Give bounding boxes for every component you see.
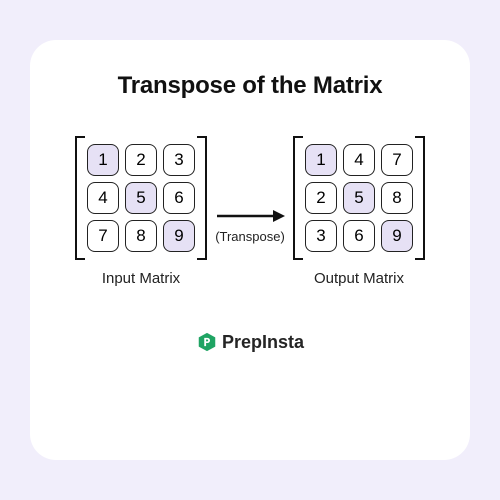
matrix-cell: 4 (343, 144, 375, 176)
matrix-cell: 7 (87, 220, 119, 252)
matrix-cell: 5 (343, 182, 375, 214)
arrow-column: (Transpose) (215, 179, 285, 244)
matrix-cell: 4 (87, 182, 119, 214)
arrow-right-icon (215, 207, 285, 225)
arrow-label: (Transpose) (215, 229, 285, 244)
input-caption: Input Matrix (102, 270, 180, 287)
output-caption: Output Matrix (314, 270, 404, 287)
matrix-cell: 8 (125, 220, 157, 252)
matrix-cell: 7 (381, 144, 413, 176)
matrix-cell: 6 (163, 182, 195, 214)
matrix-cell: 5 (125, 182, 157, 214)
matrix-cell: 2 (125, 144, 157, 176)
matrix-cell: 3 (163, 144, 195, 176)
diagram-title: Transpose of the Matrix (118, 72, 383, 100)
matrix-cell: 8 (381, 182, 413, 214)
bracket-right-icon (197, 136, 207, 260)
input-grid: 123 456 789 (87, 144, 195, 252)
matrix-cell: 1 (87, 144, 119, 176)
output-matrix-wrap: 147 258 369 Output Matrix (293, 136, 425, 287)
output-grid: 147 258 369 (305, 144, 413, 252)
matrix-cell: 9 (381, 220, 413, 252)
bracket-left-icon (75, 136, 85, 260)
matrix-cell: 1 (305, 144, 337, 176)
matrix-cell: 9 (163, 220, 195, 252)
bracket-left-icon (293, 136, 303, 260)
bracket-right-icon (415, 136, 425, 260)
brand-name: PrepInsta (222, 332, 304, 353)
matrix-cell: 2 (305, 182, 337, 214)
matrix-row: 123456789 Input Matrix (Transpose) 14725… (48, 136, 452, 287)
diagram-card: Transpose of the Matrix 123456789 Input … (30, 40, 470, 460)
brand-logo: PrepInsta (196, 331, 304, 353)
input-matrix-wrap: 123 456 789 Input Matrix (75, 136, 207, 287)
matrix-cell: 3 (305, 220, 337, 252)
input-matrix: 123 456 789 (75, 136, 207, 260)
output-matrix: 147 258 369 (293, 136, 425, 260)
hexagon-icon (196, 331, 218, 353)
matrix-cell: 6 (343, 220, 375, 252)
